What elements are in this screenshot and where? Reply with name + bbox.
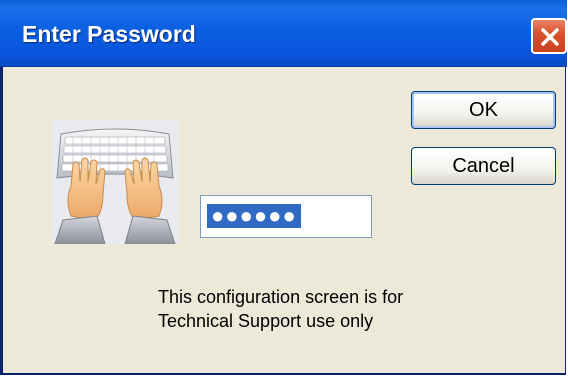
close-button[interactable] — [531, 18, 567, 54]
cancel-button-label: Cancel — [452, 155, 515, 177]
ok-button[interactable]: OK — [411, 91, 556, 129]
password-dialog: Enter Password ●●●●●● OK Cancel This con… — [0, 0, 567, 375]
window-title: Enter Password — [22, 21, 196, 47]
keyboard-hands-icon — [51, 120, 179, 245]
password-input[interactable]: ●●●●●● — [200, 195, 372, 238]
password-value: ●●●●●● — [207, 204, 301, 228]
title-bar[interactable]: Enter Password — [0, 0, 567, 67]
ok-button-label: OK — [469, 99, 498, 121]
info-message-line-1: This configuration screen is for — [158, 287, 404, 307]
info-message-line-2: Technical Support use only — [158, 311, 374, 331]
cancel-button[interactable]: Cancel — [411, 147, 556, 185]
dialog-body: ●●●●●● OK Cancel This configuration scre… — [3, 66, 565, 373]
close-icon — [541, 28, 559, 46]
info-message: This configuration screen is for Technic… — [158, 285, 403, 333]
